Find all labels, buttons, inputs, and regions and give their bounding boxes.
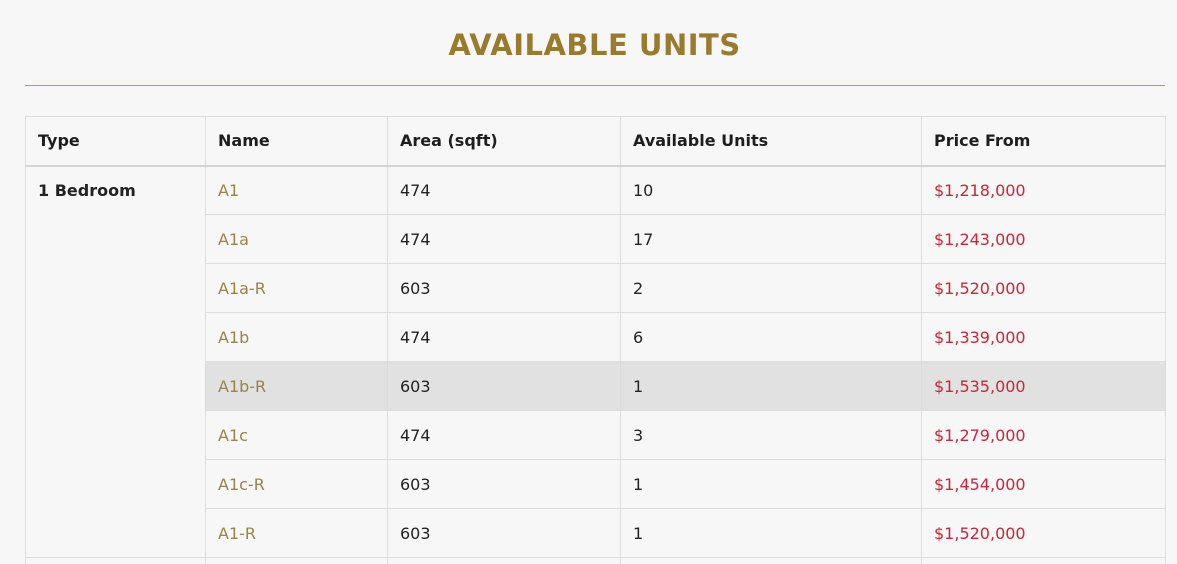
table-header-row: Type Name Area (sqft) Available Units Pr… xyxy=(25,116,1166,166)
table-body: 1 Bedroom A1 474 10 $1,218,000 A1a 474 17 $1,243… xyxy=(25,165,1166,564)
available-units-cell: 1 xyxy=(620,508,922,558)
header-type: Type xyxy=(25,116,206,166)
available-units-cell: 1 xyxy=(620,361,922,411)
empty-cell xyxy=(921,557,1166,564)
price-cell: $1,520,000 xyxy=(921,263,1166,313)
page-title: AVAILABLE UNITS xyxy=(448,28,741,62)
price-cell: $1,454,000 xyxy=(921,459,1166,509)
empty-cell xyxy=(620,557,922,564)
unit-name-link[interactable]: A1c-R xyxy=(205,459,388,509)
unit-name-link[interactable]: A1 xyxy=(205,165,388,215)
table-row-partial xyxy=(25,557,1166,564)
unit-name-link[interactable]: A1-R xyxy=(205,508,388,558)
available-units-cell: 17 xyxy=(620,214,922,264)
area-cell: 603 xyxy=(387,263,621,313)
units-table: Type Name Area (sqft) Available Units Pr… xyxy=(25,116,1166,564)
available-units-cell: 2 xyxy=(620,263,922,313)
available-units-cell: 10 xyxy=(620,165,922,215)
price-cell: $1,535,000 xyxy=(921,361,1166,411)
price-cell: $1,520,000 xyxy=(921,508,1166,558)
unit-name-link[interactable]: A1b xyxy=(205,312,388,362)
available-units-cell: 3 xyxy=(620,410,922,460)
area-cell: 603 xyxy=(387,459,621,509)
price-cell: $1,339,000 xyxy=(921,312,1166,362)
title-divider xyxy=(25,85,1165,86)
area-cell: 474 xyxy=(387,165,621,215)
empty-cell xyxy=(25,557,206,564)
type-cell: 1 Bedroom xyxy=(25,165,206,558)
area-cell: 603 xyxy=(387,508,621,558)
area-cell: 474 xyxy=(387,214,621,264)
available-units-cell: 1 xyxy=(620,459,922,509)
empty-cell xyxy=(205,557,388,564)
empty-cell xyxy=(387,557,621,564)
unit-name-link[interactable]: A1c xyxy=(205,410,388,460)
unit-name-link[interactable]: A1a-R xyxy=(205,263,388,313)
header-name: Name xyxy=(205,116,388,166)
unit-name-link[interactable]: A1a xyxy=(205,214,388,264)
unit-name-link[interactable]: A1b-R xyxy=(205,361,388,411)
header-price-from: Price From xyxy=(921,116,1166,166)
area-cell: 474 xyxy=(387,312,621,362)
price-cell: $1,243,000 xyxy=(921,214,1166,264)
area-cell: 603 xyxy=(387,361,621,411)
price-cell: $1,218,000 xyxy=(921,165,1166,215)
table-row: 1 Bedroom A1 474 10 $1,218,000 xyxy=(25,165,1166,558)
header-area: Area (sqft) xyxy=(387,116,621,166)
price-cell: $1,279,000 xyxy=(921,410,1166,460)
available-units-cell: 6 xyxy=(620,312,922,362)
header-available-units: Available Units xyxy=(620,116,922,166)
area-cell: 474 xyxy=(387,410,621,460)
